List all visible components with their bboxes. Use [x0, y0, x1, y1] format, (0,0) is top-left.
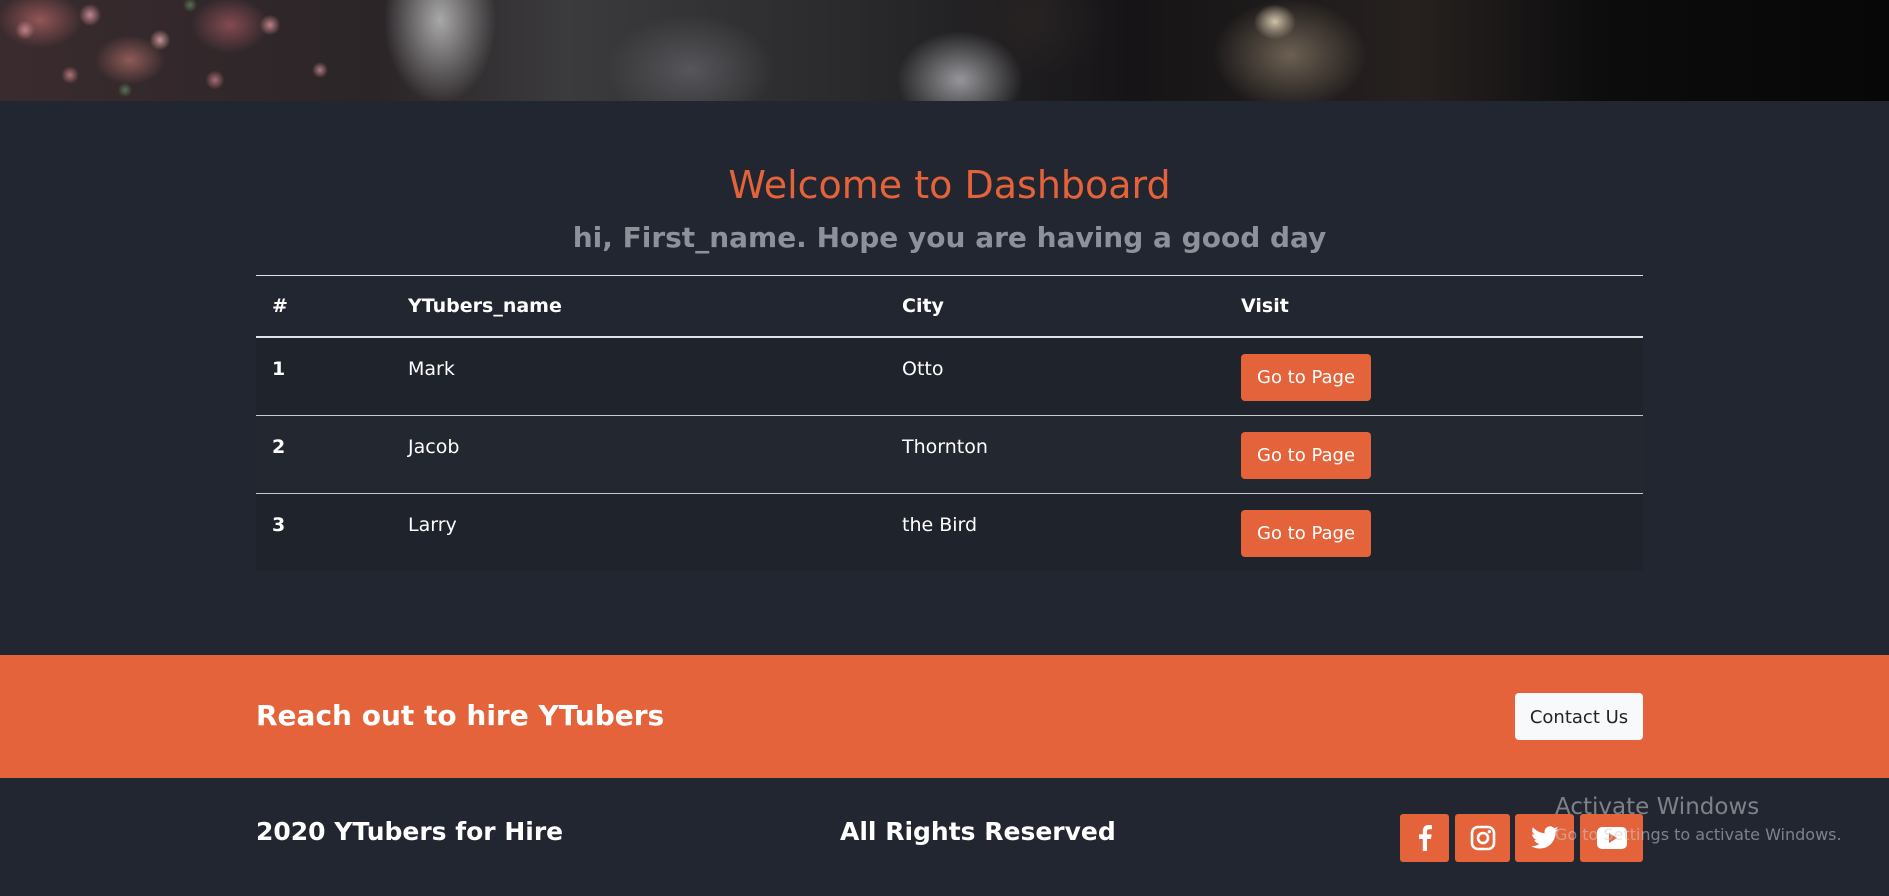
ytuber-city: the Bird	[886, 493, 1225, 571]
cta-text: Reach out to hire YTubers	[256, 699, 665, 732]
ytubers-table: # YTubers_name City Visit 1 Mark Otto Go…	[256, 275, 1643, 571]
ytuber-city: Thornton	[886, 415, 1225, 494]
ytuber-city: Otto	[886, 337, 1225, 416]
column-header-visit: Visit	[1225, 275, 1643, 338]
hero-photo	[0, 0, 1889, 101]
row-number: 1	[256, 337, 392, 416]
go-to-page-button[interactable]: Go to Page	[1241, 509, 1372, 557]
table-row: 2 Jacob Thornton Go to Page	[256, 415, 1643, 494]
table-header-row: # YTubers_name City Visit	[256, 275, 1643, 338]
ytuber-name: Larry	[392, 493, 886, 571]
row-number: 2	[256, 415, 392, 494]
column-header-name: YTubers_name	[392, 275, 886, 338]
visit-cell: Go to Page	[1225, 415, 1643, 494]
facebook-icon[interactable]	[1400, 814, 1449, 862]
hero-floral-pattern	[0, 0, 350, 101]
instagram-icon[interactable]	[1455, 814, 1510, 862]
go-to-page-button[interactable]: Go to Page	[1241, 431, 1372, 479]
column-header-city: City	[886, 275, 1225, 338]
page-title: Welcome to Dashboard	[728, 163, 1171, 207]
hire-cta-banner: Reach out to hire YTubers Contact Us	[0, 655, 1889, 778]
ytuber-name: Jacob	[392, 415, 886, 494]
greeting-subtitle: hi, First_name. Hope you are having a go…	[572, 221, 1327, 254]
twitter-icon[interactable]	[1515, 814, 1574, 862]
column-header-number: #	[256, 275, 392, 338]
ytuber-name: Mark	[392, 337, 886, 416]
footer-copyright: 2020 YTubers for Hire	[256, 817, 564, 846]
youtube-icon[interactable]	[1580, 814, 1643, 862]
table-row: 1 Mark Otto Go to Page	[256, 337, 1643, 416]
go-to-page-button[interactable]: Go to Page	[1241, 354, 1372, 401]
row-number: 3	[256, 493, 392, 571]
visit-cell: Go to Page	[1225, 337, 1643, 416]
table-row: 3 Larry the Bird Go to Page	[256, 493, 1643, 571]
contact-us-button[interactable]: Contact Us	[1515, 693, 1643, 740]
visit-cell: Go to Page	[1225, 493, 1643, 571]
footer: 2020 YTubers for Hire All Rights Reserve…	[0, 778, 1889, 896]
footer-rights: All Rights Reserved	[840, 817, 1116, 846]
